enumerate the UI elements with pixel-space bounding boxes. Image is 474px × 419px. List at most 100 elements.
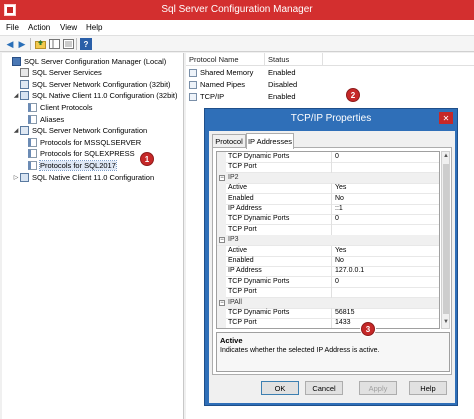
- property-row[interactable]: Enabled No: [217, 256, 439, 267]
- back-arrow-icon[interactable]: ◀: [4, 38, 16, 50]
- row-gutter: [217, 256, 226, 267]
- property-section[interactable]: − IPAll: [217, 297, 439, 309]
- property-section[interactable]: − IP3: [217, 235, 439, 247]
- property-value[interactable]: Yes: [335, 184, 346, 191]
- menu-help[interactable]: Help: [84, 22, 104, 33]
- row-gutter: [217, 266, 226, 278]
- property-name: TCP Port: [228, 288, 257, 296]
- property-name: TCP Port: [228, 163, 257, 171]
- property-value[interactable]: 1433: [335, 319, 351, 326]
- menu-view[interactable]: View: [58, 22, 79, 33]
- up-folder-icon[interactable]: [34, 38, 46, 50]
- property-value[interactable]: 0: [335, 215, 339, 222]
- row-gutter: [217, 152, 226, 163]
- property-row[interactable]: Active Yes: [217, 183, 439, 195]
- main-window: Sql Server Configuration Manager File Ac…: [0, 0, 474, 419]
- apply-button[interactable]: Apply: [359, 381, 397, 395]
- protocol-row-named-pipes[interactable]: Named Pipes Disabled: [186, 79, 474, 91]
- tree-item[interactable]: ▷ SQL Native Client 11.0 Configuration: [12, 171, 154, 183]
- tree-item[interactable]: SQL Server Network Configuration (32bit): [12, 78, 171, 90]
- prot-node-icon: [28, 137, 37, 147]
- property-section[interactable]: − IP2: [217, 172, 439, 184]
- menu-action[interactable]: Action: [26, 22, 52, 33]
- tree-item[interactable]: Protocols for MSSQLSERVER: [20, 136, 141, 148]
- collapse-icon[interactable]: −: [219, 237, 225, 244]
- column-separator: [331, 204, 332, 215]
- tree-item[interactable]: SQL Server Services: [12, 67, 102, 79]
- row-gutter: [217, 214, 226, 226]
- tree-item-label: Protocols for MSSQLSERVER: [40, 137, 142, 147]
- expand-toggle-icon[interactable]: ◢: [12, 92, 20, 99]
- property-value[interactable]: No: [335, 257, 344, 264]
- export-list-icon[interactable]: [62, 38, 74, 50]
- property-value[interactable]: 0: [335, 153, 339, 160]
- tree-item[interactable]: Protocols for SQL2017: [20, 159, 117, 171]
- expand-toggle-icon[interactable]: ▷: [12, 174, 20, 181]
- property-row[interactable]: IP Address 127.0.0.1: [217, 266, 439, 278]
- property-value[interactable]: 127.0.0.1: [335, 267, 364, 274]
- property-value[interactable]: 0: [335, 278, 339, 285]
- expand-toggle-icon[interactable]: ◢: [12, 127, 20, 134]
- protocol-row-tcp-ip[interactable]: TCP/IP Enabled: [186, 91, 474, 103]
- property-row[interactable]: TCP Port: [217, 224, 439, 236]
- row-gutter: [217, 162, 226, 174]
- property-value[interactable]: ::1: [335, 205, 343, 212]
- tab-protocol[interactable]: Protocol: [212, 134, 246, 148]
- client-node-icon: [20, 172, 29, 182]
- toolbar-separator: [30, 38, 31, 50]
- tcpip-properties-dialog: TCP/IP Properties ✕ Protocol IP Addresse…: [204, 108, 458, 406]
- tree-item[interactable]: ◢ SQL Server Network Configuration: [12, 125, 147, 137]
- property-row[interactable]: TCP Dynamic Ports 0: [217, 214, 439, 226]
- protocol-icon: [189, 69, 197, 77]
- net-node-icon: [20, 126, 29, 136]
- scroll-down-icon[interactable]: ▼: [442, 319, 450, 327]
- tree-item[interactable]: Aliases: [20, 113, 64, 125]
- scroll-up-icon[interactable]: ▲: [442, 153, 450, 161]
- prot-node-icon: [28, 160, 37, 170]
- menu-file[interactable]: File: [4, 22, 21, 33]
- property-row[interactable]: TCP Port 1433: [217, 318, 439, 328]
- row-gutter: [217, 287, 226, 299]
- property-row[interactable]: Enabled No: [217, 193, 439, 205]
- collapse-icon[interactable]: −: [219, 174, 225, 181]
- tree-item-label: Protocols for SQLEXPRESS: [40, 149, 135, 159]
- column-separator[interactable]: [264, 53, 265, 66]
- ip-addresses-panel: TCP Dynamic Ports 0 TCP Port − IP2 Active Yes E…: [212, 147, 452, 375]
- column-protocol-name[interactable]: Protocol Name: [189, 55, 239, 64]
- cancel-button[interactable]: Cancel: [305, 381, 343, 395]
- tree-item[interactable]: ◢ SQL Native Client 11.0 Configuration (3…: [12, 90, 178, 102]
- help-icon[interactable]: ?: [80, 38, 92, 50]
- property-value[interactable]: No: [335, 195, 344, 202]
- close-icon[interactable]: ✕: [439, 112, 453, 124]
- property-row[interactable]: TCP Dynamic Ports 56815: [217, 308, 439, 319]
- title-bar[interactable]: Sql Server Configuration Manager: [0, 0, 474, 20]
- property-row[interactable]: TCP Dynamic Ports 0: [217, 276, 439, 288]
- ok-button[interactable]: OK: [261, 381, 299, 395]
- window-title: Sql Server Configuration Manager: [161, 4, 313, 15]
- scroll-thumb[interactable]: [443, 164, 449, 314]
- property-row[interactable]: Active Yes: [217, 245, 439, 257]
- property-grid-scrollbar[interactable]: ▲ ▼: [441, 151, 450, 329]
- property-row[interactable]: IP Address::1: [217, 204, 439, 215]
- protocol-name: TCP/IP: [200, 92, 225, 101]
- tree-item[interactable]: Protocols for SQLEXPRESS: [20, 148, 135, 160]
- property-grid: TCP Dynamic Ports 0 TCP Port − IP2 Active Yes E…: [216, 151, 440, 329]
- collapse-icon[interactable]: −: [219, 299, 225, 306]
- tree-item[interactable]: Client Protocols: [20, 101, 93, 113]
- property-row[interactable]: TCP Dynamic Ports 0: [217, 152, 439, 163]
- property-name: TCP Port: [228, 225, 257, 233]
- property-row[interactable]: TCP Port: [217, 287, 439, 299]
- show-hide-tree-icon[interactable]: [48, 38, 60, 50]
- tree-item[interactable]: SQL Server Configuration Manager (Local): [4, 55, 166, 67]
- column-status[interactable]: Status: [268, 55, 289, 64]
- protocol-row-shared-memory[interactable]: Shared Memory Enabled: [186, 67, 474, 79]
- forward-arrow-icon[interactable]: ▶: [16, 38, 28, 50]
- property-value[interactable]: 56815: [335, 309, 354, 316]
- column-separator[interactable]: [322, 53, 323, 66]
- help-button[interactable]: Help: [409, 381, 447, 395]
- property-value[interactable]: Yes: [335, 247, 346, 254]
- property-name: Enabled: [228, 194, 254, 202]
- tab-ip-addresses[interactable]: IP Addresses: [246, 133, 294, 149]
- row-gutter: [217, 276, 226, 288]
- property-row[interactable]: TCP Port: [217, 162, 439, 174]
